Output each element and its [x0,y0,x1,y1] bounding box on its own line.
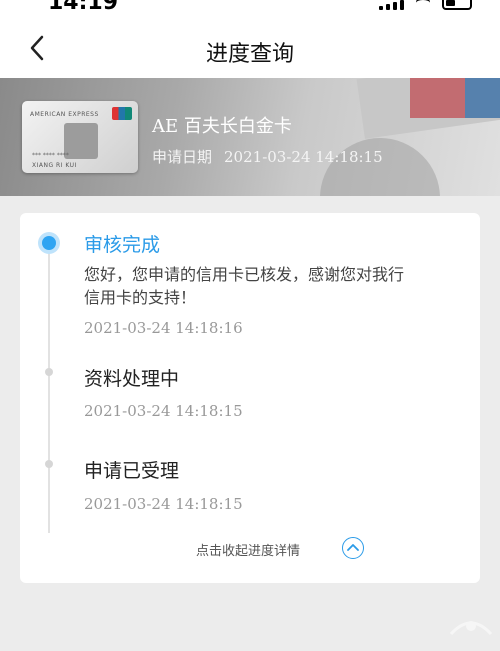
card-brand-text: AMERICAN EXPRESS [30,111,99,118]
step-title: 审核完成 [84,234,161,256]
banner-decoration [465,78,500,118]
timeline-line [48,241,50,533]
apply-date-label: 申请日期 [152,148,213,166]
collapse-button[interactable] [342,537,364,559]
timeline-dot [45,368,53,376]
timeline-dot-active [38,232,60,254]
apply-date-row: 申请日期 2021-03-24 14:18:15 [152,146,383,167]
signal-icon [379,0,404,10]
card-holder-name: XIANG RI KUI [32,162,77,169]
nav-bar: 进度查询 [0,16,500,78]
step-time: 2021-03-24 14:18:15 [84,402,243,420]
step-title: 资料处理中 [84,368,180,390]
battery-icon [442,0,472,10]
card-image: AMERICAN EXPRESS *** **** **** XIANG RI … [22,101,138,173]
step-time: 2021-03-24 14:18:15 [84,495,243,513]
unionpay-logo-icon [112,107,132,120]
progress-panel: 审核完成 您好，您申请的信用卡已核发，感谢您对我行信用卡的支持！ 2021-03… [20,213,480,583]
card-portrait [64,123,98,159]
apply-date-value: 2021-03-24 14:18:15 [224,148,383,166]
step-time: 2021-03-24 14:18:16 [84,319,243,337]
status-time: 14:19 [48,0,119,15]
wifi-icon [416,0,430,10]
timeline-dot [45,460,53,468]
status-bar: 14:19 [0,0,500,16]
step-title: 申请已受理 [84,460,180,482]
chevron-up-icon [347,544,359,551]
system-icons [379,0,472,10]
card-name: AE 百夫长白金卡 [152,116,292,137]
step-description: 您好，您申请的信用卡已核发，感谢您对我行信用卡的支持！ [84,265,405,307]
page-title: 进度查询 [205,42,294,67]
card-number: *** **** **** [32,152,69,159]
collapse-details-link[interactable]: 点击收起进度详情 [196,540,300,559]
watermark-logo [446,612,496,648]
banner-decoration [410,78,465,118]
